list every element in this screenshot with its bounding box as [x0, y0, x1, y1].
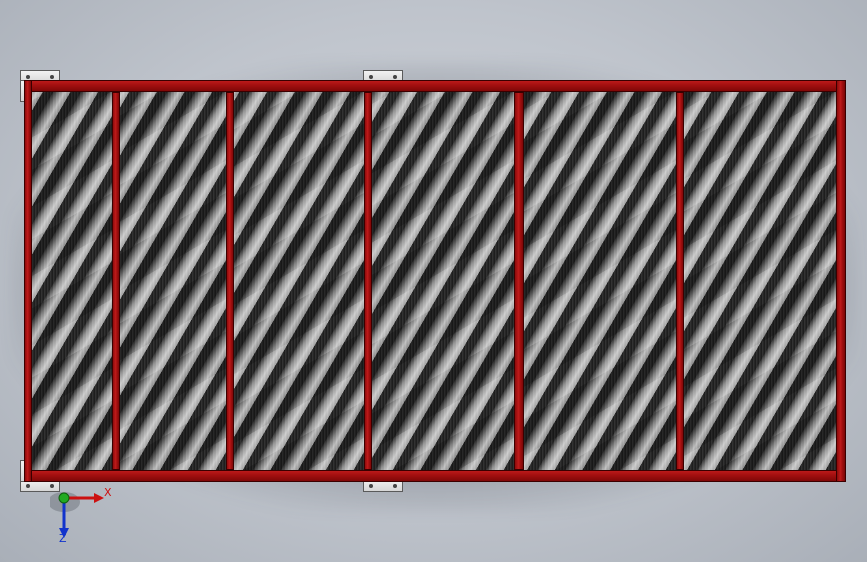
frame-rail-left[interactable] [24, 80, 32, 482]
frame-rail-bottom[interactable] [24, 470, 846, 482]
x-axis-arrow [94, 493, 104, 503]
frame-divider-5[interactable] [676, 92, 684, 470]
z-axis-label: Z [59, 532, 67, 545]
carbon-panel-1[interactable] [32, 92, 112, 470]
frame-rail-right[interactable] [836, 80, 846, 482]
3d-viewport[interactable]: X Z [0, 0, 867, 562]
carbon-panel-frame[interactable] [24, 80, 846, 482]
frame-divider-2[interactable] [226, 92, 234, 470]
origin-marker [58, 492, 70, 504]
carbon-panel-2[interactable] [120, 92, 226, 470]
frame-divider-3[interactable] [364, 92, 372, 470]
frame-rail-top[interactable] [24, 80, 846, 92]
carbon-panel-5[interactable] [524, 92, 676, 470]
carbon-panel-6[interactable] [684, 92, 836, 470]
frame-divider-4[interactable] [514, 92, 524, 470]
axis-triad[interactable]: X Z [48, 484, 120, 545]
carbon-panel-4[interactable] [372, 92, 514, 470]
x-axis-label: X [104, 486, 112, 499]
carbon-panel-3[interactable] [234, 92, 364, 470]
frame-divider-1[interactable] [112, 92, 120, 470]
